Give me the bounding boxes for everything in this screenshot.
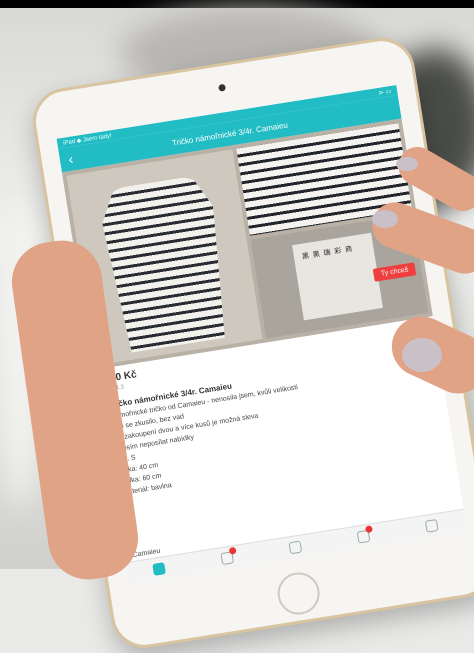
profile-tab-icon[interactable]	[424, 519, 439, 533]
messages-tab-icon[interactable]	[220, 546, 237, 566]
status-right: ⊳ ▭	[378, 88, 392, 97]
label-tag: 黑 黑 瑞 彩 商	[292, 232, 383, 321]
label-text: 黑 黑 瑞 彩 商	[301, 245, 354, 261]
fingernail	[372, 210, 398, 228]
notifications-tab-icon[interactable]	[356, 525, 373, 544]
fingernail	[396, 157, 418, 171]
fingernail	[402, 338, 442, 372]
top-black-bar	[0, 0, 474, 8]
front-camera	[218, 83, 227, 92]
camera-tab-icon[interactable]	[288, 540, 303, 555]
notification-badge	[364, 525, 373, 534]
striped-shirt-image	[97, 174, 233, 354]
notification-badge	[228, 546, 237, 555]
home-button[interactable]	[274, 569, 323, 618]
